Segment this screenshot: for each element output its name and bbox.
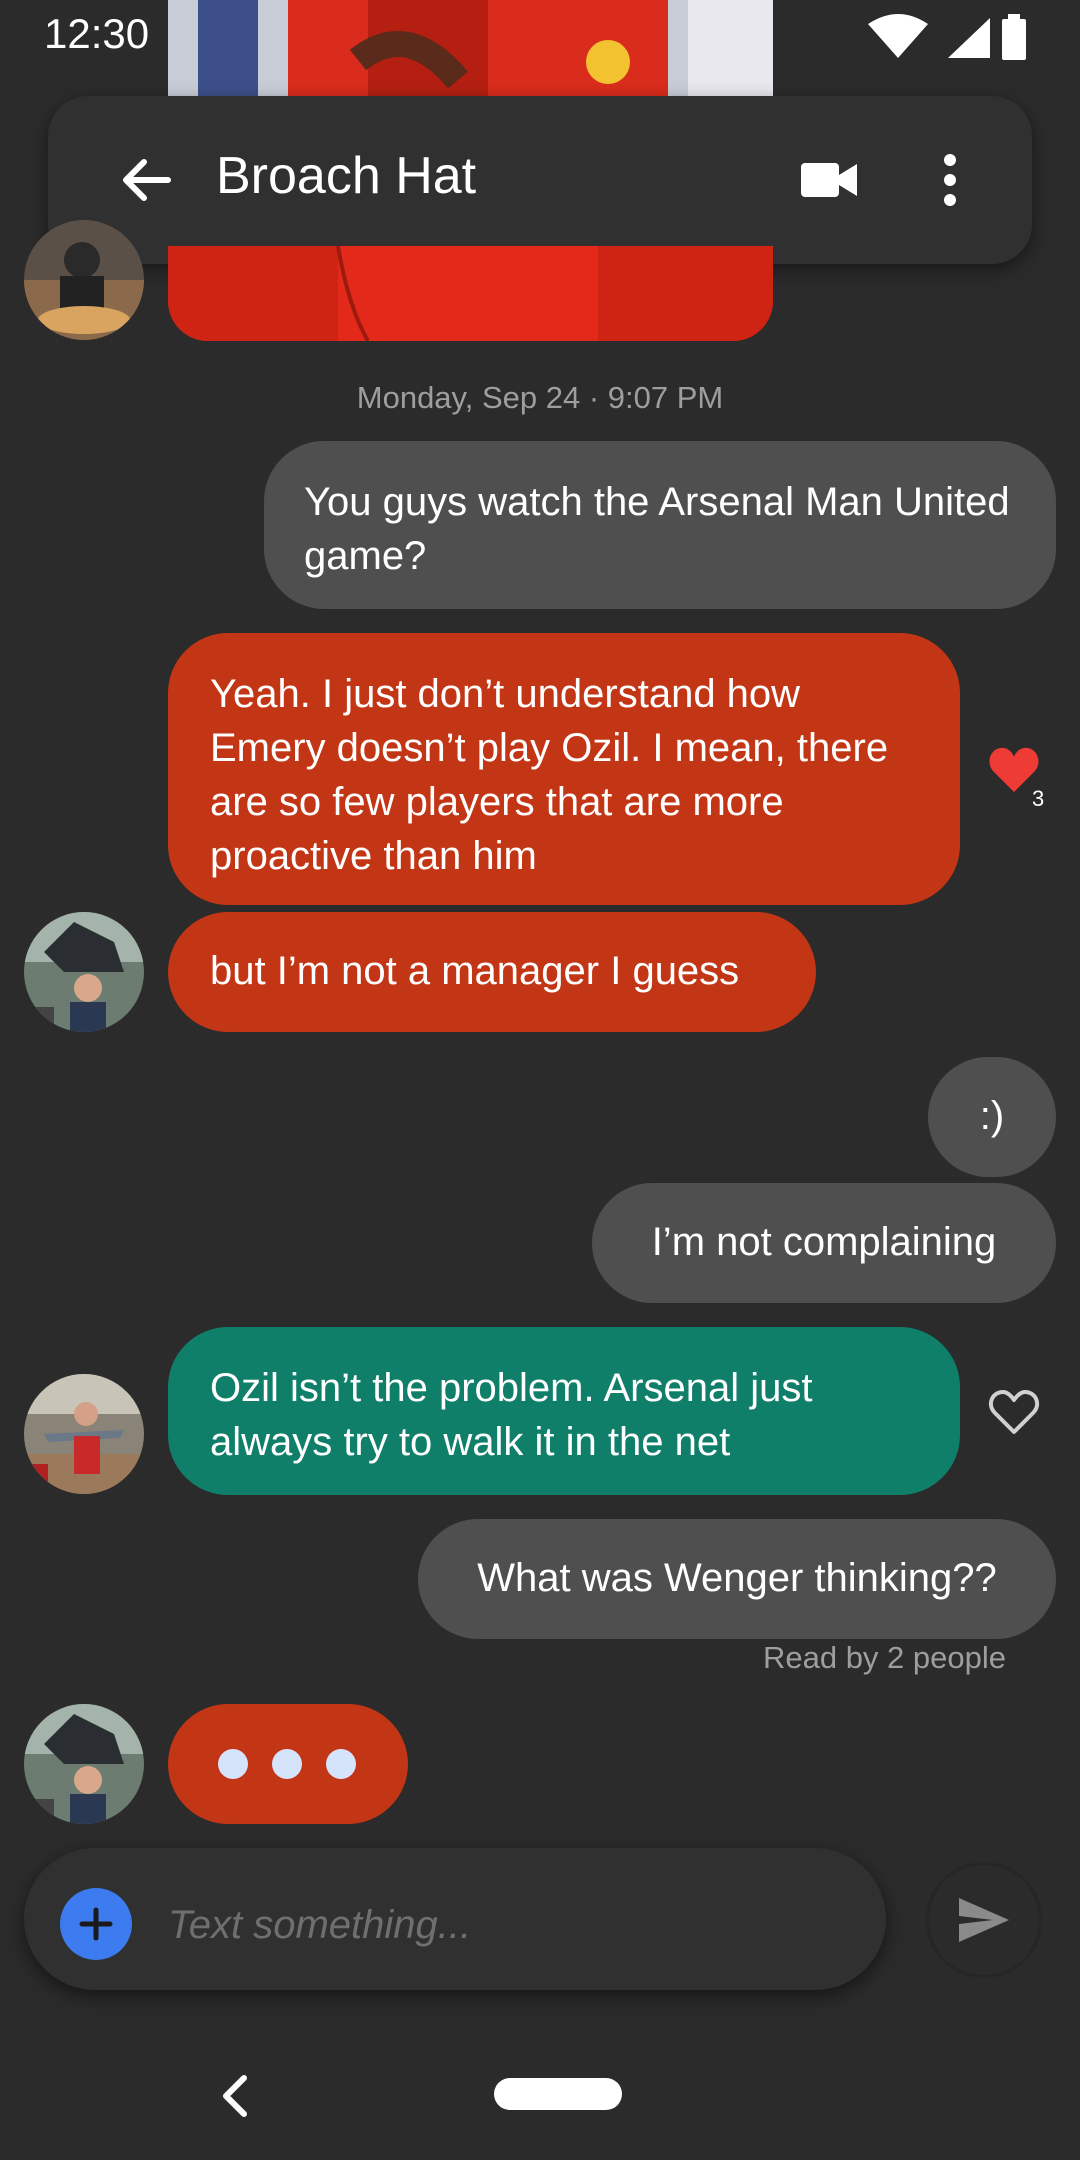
message-text: but I’m not a manager I guess <box>210 949 740 993</box>
message-text: What was Wenger thinking?? <box>477 1556 997 1600</box>
plus-icon <box>79 1907 113 1941</box>
back-arrow-icon <box>123 159 171 201</box>
video-call-icon <box>801 163 857 197</box>
message-text: Yeah. I just don’t understand how Emery … <box>210 672 889 878</box>
signal-icon <box>948 18 990 58</box>
shared-photo-top <box>168 0 773 96</box>
message-bubble-outgoing[interactable]: :) <box>928 1057 1056 1177</box>
typing-indicator <box>168 1704 408 1824</box>
avatar[interactable] <box>24 1374 144 1494</box>
more-options-button[interactable] <box>908 138 992 222</box>
message-text: I’m not complaining <box>651 1220 997 1264</box>
send-button[interactable] <box>926 1862 1042 1978</box>
message-bubble-outgoing[interactable]: What was Wenger thinking?? <box>418 1519 1056 1639</box>
typing-dot <box>218 1749 248 1779</box>
message-text: Ozil isn’t the problem. Arsenal just alw… <box>210 1366 813 1464</box>
status-icons <box>868 14 1026 60</box>
add-attachment-button[interactable] <box>60 1888 132 1960</box>
avatar[interactable] <box>24 220 144 340</box>
date-label: Monday, Sep 24 · 9:07 PM <box>356 380 724 415</box>
wifi-icon <box>868 14 928 58</box>
more-vert-icon <box>944 154 956 206</box>
read-receipt: Read by 2 people <box>762 1640 1006 1675</box>
avatar[interactable] <box>24 1704 144 1824</box>
toolbar: Broach Hat <box>48 96 1032 264</box>
typing-dot <box>326 1749 356 1779</box>
battery-icon <box>1002 14 1026 60</box>
heart-outline-icon[interactable] <box>988 1388 1040 1436</box>
reaction-count: 3 <box>1032 786 1045 811</box>
video-call-button[interactable] <box>788 138 872 222</box>
status-time: 12:30 <box>44 10 150 57</box>
message-bubble-incoming[interactable]: Yeah. I just don’t understand how Emery … <box>168 633 960 905</box>
message-bubble-incoming[interactable]: but I’m not a manager I guess <box>168 912 816 1032</box>
message-input[interactable] <box>166 1892 850 1958</box>
message-bubble-outgoing[interactable]: You guys watch the Arsenal Man United ga… <box>264 441 1056 609</box>
typing-dot <box>272 1749 302 1779</box>
nav-home-pill[interactable] <box>494 2078 622 2110</box>
message-bubble-incoming[interactable]: Ozil isn’t the problem. Arsenal just alw… <box>168 1327 960 1495</box>
send-icon <box>959 1898 1009 1942</box>
nav-back-icon[interactable] <box>216 2072 252 2120</box>
avatar[interactable] <box>24 912 144 1032</box>
back-button[interactable] <box>104 138 188 222</box>
message-text: You guys watch the Arsenal Man United ga… <box>304 480 1010 578</box>
message-text: :) <box>979 1094 1005 1138</box>
conversation-title[interactable]: Broach Hat <box>216 146 476 206</box>
message-bubble-outgoing[interactable]: I’m not complaining <box>592 1183 1056 1303</box>
shared-photo-bottom <box>168 246 773 341</box>
